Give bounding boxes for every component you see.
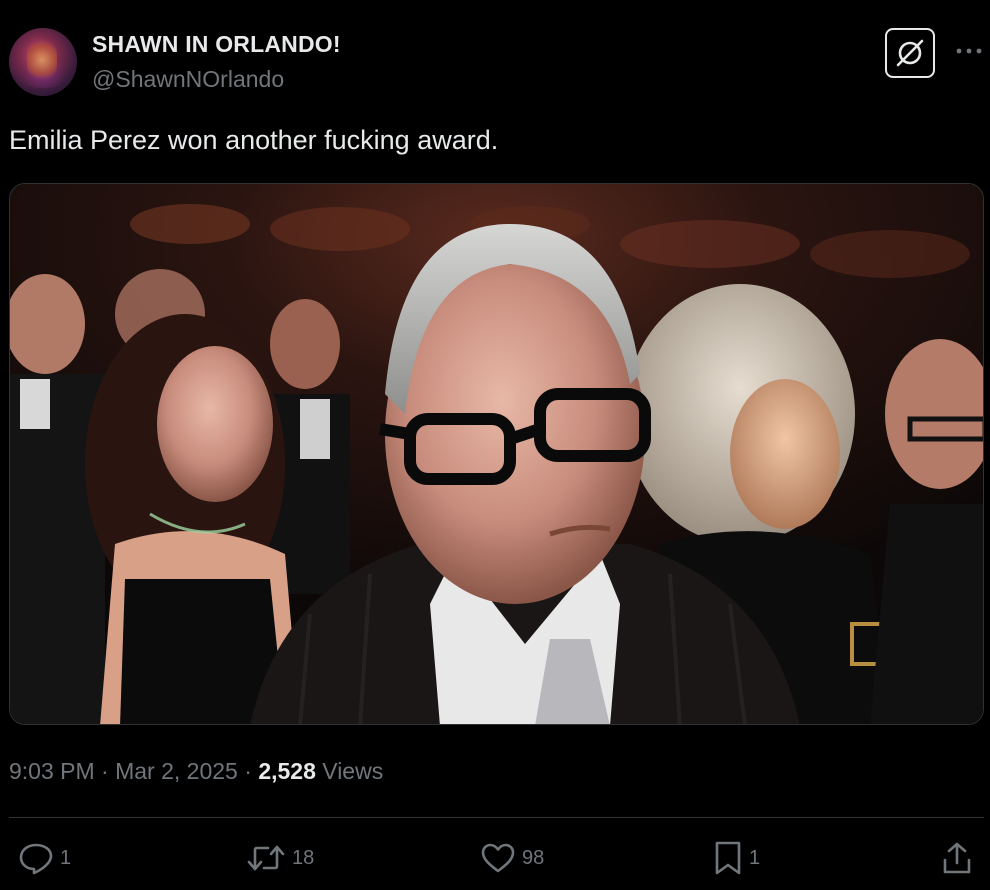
views-label: Views bbox=[315, 758, 384, 784]
share-icon bbox=[943, 842, 971, 874]
meta-separator: · bbox=[237, 758, 259, 784]
avatar-face bbox=[27, 38, 57, 82]
audience-photo bbox=[10, 184, 983, 724]
bookmark-count: 1 bbox=[749, 846, 761, 869]
repost-button[interactable]: 18 bbox=[246, 838, 314, 878]
tweet-text: Emilia Perez won another fucking award. bbox=[9, 125, 499, 155]
grok-button[interactable] bbox=[885, 28, 935, 78]
views-count: 2,528 bbox=[258, 758, 316, 784]
divider bbox=[9, 817, 984, 818]
more-icon bbox=[956, 48, 982, 54]
avatar[interactable] bbox=[9, 28, 77, 96]
meta-separator: · bbox=[94, 758, 116, 784]
share-button[interactable] bbox=[942, 838, 972, 878]
heart-icon bbox=[481, 843, 515, 873]
tweet-image[interactable] bbox=[9, 183, 984, 725]
repost-count: 18 bbox=[292, 846, 315, 869]
reply-button[interactable]: 1 bbox=[18, 838, 71, 878]
like-count: 98 bbox=[522, 846, 545, 869]
grok-icon bbox=[896, 39, 924, 67]
tweet-date[interactable]: Mar 2, 2025 bbox=[115, 758, 238, 784]
user-handle[interactable]: @ShawnNOrlando bbox=[92, 66, 284, 93]
tweet-meta: 9:03 PM · Mar 2, 2025 · 2,528 Views bbox=[9, 758, 383, 785]
tweet-time[interactable]: 9:03 PM bbox=[9, 758, 95, 784]
more-button[interactable] bbox=[954, 36, 984, 66]
reply-count: 1 bbox=[60, 846, 72, 869]
repost-icon bbox=[247, 845, 285, 871]
bookmark-button[interactable]: 1 bbox=[713, 838, 760, 878]
bookmark-icon bbox=[715, 841, 741, 875]
display-name[interactable]: SHAWN IN ORLANDO! bbox=[92, 31, 341, 58]
like-button[interactable]: 98 bbox=[480, 838, 544, 878]
reply-icon bbox=[19, 843, 53, 875]
